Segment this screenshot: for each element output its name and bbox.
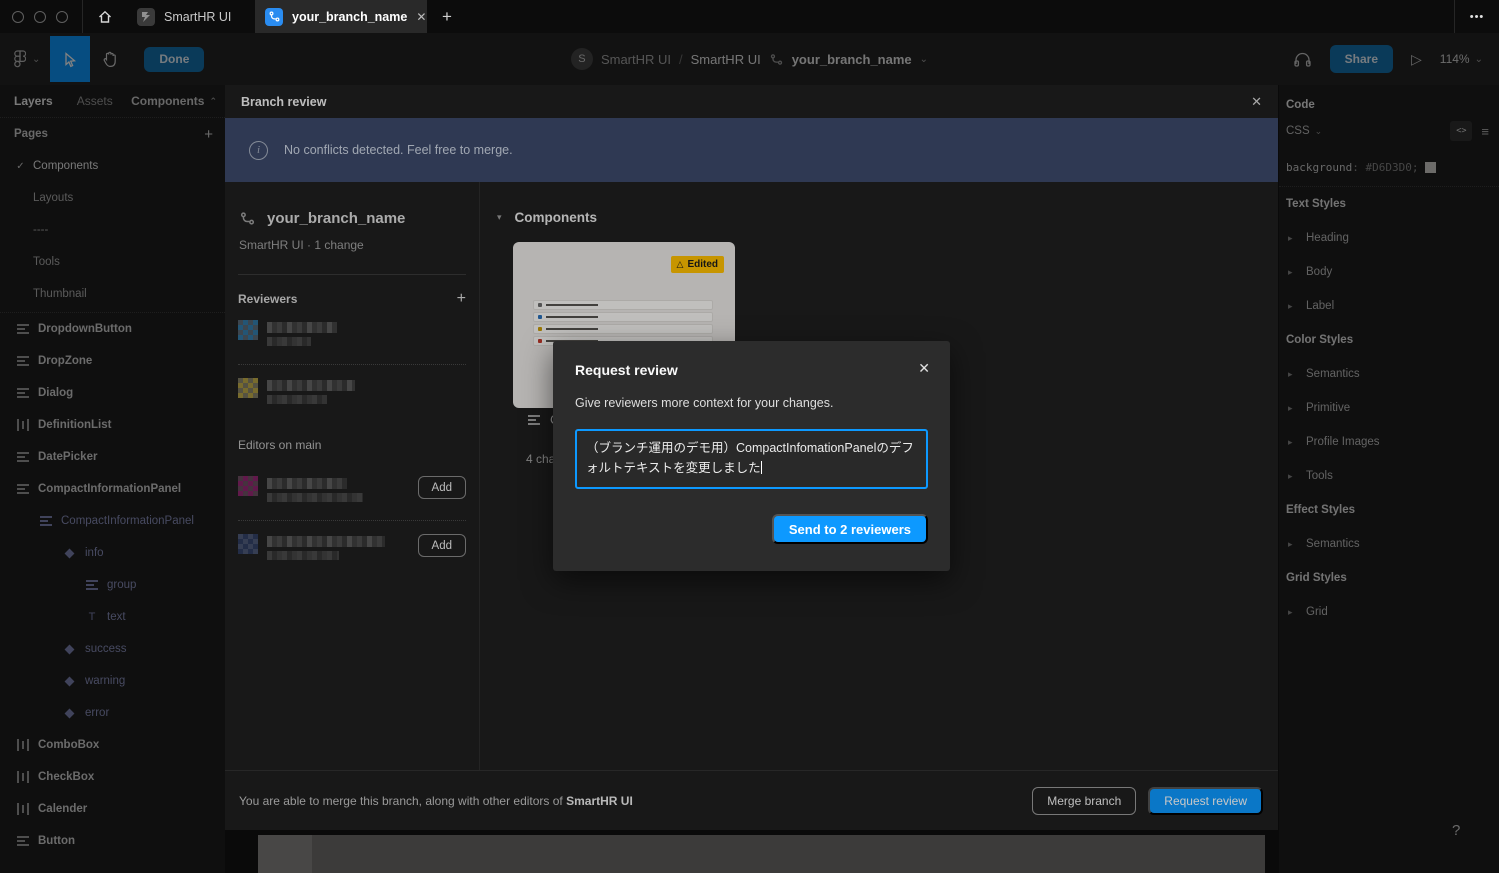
request-review-dialog: Request review ✕ Give reviewers more con… — [553, 341, 950, 571]
send-to-reviewers-button[interactable]: Send to 2 reviewers — [772, 514, 928, 544]
branch-name: your_branch_name — [267, 210, 405, 227]
window-zoom-button[interactable] — [56, 11, 68, 23]
window-close-button[interactable] — [12, 11, 24, 23]
branch-meta: SmartHR UI · 1 change — [239, 238, 364, 252]
redacted-subtext — [267, 395, 327, 404]
review-context-textarea[interactable]: （ブランチ運用のデモ用）CompactInfomationPanelのデフォルト… — [575, 429, 928, 489]
tab-smarthr-ui[interactable]: SmartHR UI — [127, 0, 255, 33]
status-dot — [538, 303, 542, 307]
close-icon[interactable]: ✕ — [1251, 94, 1262, 110]
avatar — [238, 534, 258, 554]
add-reviewer-button[interactable]: + — [457, 290, 466, 308]
text-placeholder — [546, 316, 598, 318]
branch-review-footer: You are able to merge this branch, along… — [225, 770, 1278, 830]
overflow-menu-icon[interactable]: ••• — [1455, 11, 1499, 23]
reviewers-header: Reviewers + — [238, 290, 466, 308]
window-minimize-button[interactable] — [34, 11, 46, 23]
status-dot — [538, 327, 542, 331]
home-button[interactable] — [83, 0, 127, 33]
preview-row — [533, 324, 713, 334]
divider — [238, 364, 466, 365]
merge-branch-button[interactable]: Merge branch — [1032, 787, 1136, 815]
avatar — [238, 320, 258, 340]
add-editor-button[interactable]: Add — [418, 476, 466, 499]
text-caret — [761, 461, 762, 474]
avatar — [238, 476, 258, 496]
figma-window: SmartHR UI your_branch_name ✕ + ••• ⌄ — [0, 0, 1499, 873]
close-tab-icon[interactable]: ✕ — [416, 10, 426, 24]
warning-triangle-icon: △ — [677, 259, 684, 270]
redacted-subtext — [267, 337, 311, 346]
text-placeholder — [546, 328, 598, 330]
redacted-name — [267, 478, 347, 489]
window-controls — [0, 11, 82, 23]
redacted-subtext — [267, 551, 339, 560]
no-conflicts-banner: i No conflicts detected. Feel free to me… — [225, 118, 1278, 182]
status-dot — [538, 339, 542, 343]
redacted-name — [267, 322, 337, 333]
divider — [238, 520, 466, 521]
figma-file-icon — [137, 8, 155, 26]
divider — [238, 274, 466, 275]
preview-row — [533, 300, 713, 310]
branch-review-title: Branch review — [241, 95, 326, 109]
new-tab-button[interactable]: + — [427, 7, 467, 27]
chevron-down-icon: ▾ — [497, 212, 502, 223]
redacted-subtext — [267, 493, 363, 502]
tab-your-branch-name[interactable]: your_branch_name ✕ — [255, 0, 427, 33]
frame-icon — [528, 415, 540, 425]
avatar — [238, 378, 258, 398]
banner-text: No conflicts detected. Feel free to merg… — [284, 143, 513, 157]
components-section-header[interactable]: ▾ Components — [497, 210, 597, 225]
editor-row: Add — [238, 476, 466, 502]
branch-icon — [240, 211, 255, 226]
branch-icon — [265, 8, 283, 26]
text-placeholder — [546, 304, 598, 306]
tab-bar: SmartHR UI your_branch_name ✕ + ••• — [0, 0, 1499, 33]
branch-summary-panel: your_branch_name SmartHR UI · 1 change R… — [225, 182, 480, 770]
redacted-name — [267, 536, 385, 547]
branch-name-row: your_branch_name — [240, 210, 405, 227]
info-icon: i — [249, 141, 268, 160]
textarea-value: （ブランチ運用のデモ用）CompactInfomationPanelのデフォルト… — [586, 441, 914, 475]
close-icon[interactable]: ✕ — [918, 360, 930, 377]
tab-label: your_branch_name — [292, 10, 407, 24]
edited-badge: △ Edited — [671, 256, 724, 273]
redacted-name — [267, 380, 355, 391]
merge-permission-text: You are able to merge this branch, along… — [239, 794, 633, 808]
editors-on-main-header: Editors on main — [238, 438, 466, 452]
editor-row: Add — [238, 534, 466, 560]
status-dot — [538, 315, 542, 319]
add-editor-button[interactable]: Add — [418, 534, 466, 557]
reviewer-row — [238, 378, 466, 404]
preview-row — [533, 312, 713, 322]
branch-review-header: Branch review ✕ — [225, 85, 1278, 118]
home-icon — [97, 9, 113, 25]
tab-label: SmartHR UI — [164, 10, 231, 24]
dialog-subtitle: Give reviewers more context for your cha… — [575, 396, 833, 410]
dialog-title: Request review — [575, 362, 678, 378]
reviewer-row — [238, 320, 466, 346]
request-review-button[interactable]: Request review — [1148, 787, 1263, 815]
